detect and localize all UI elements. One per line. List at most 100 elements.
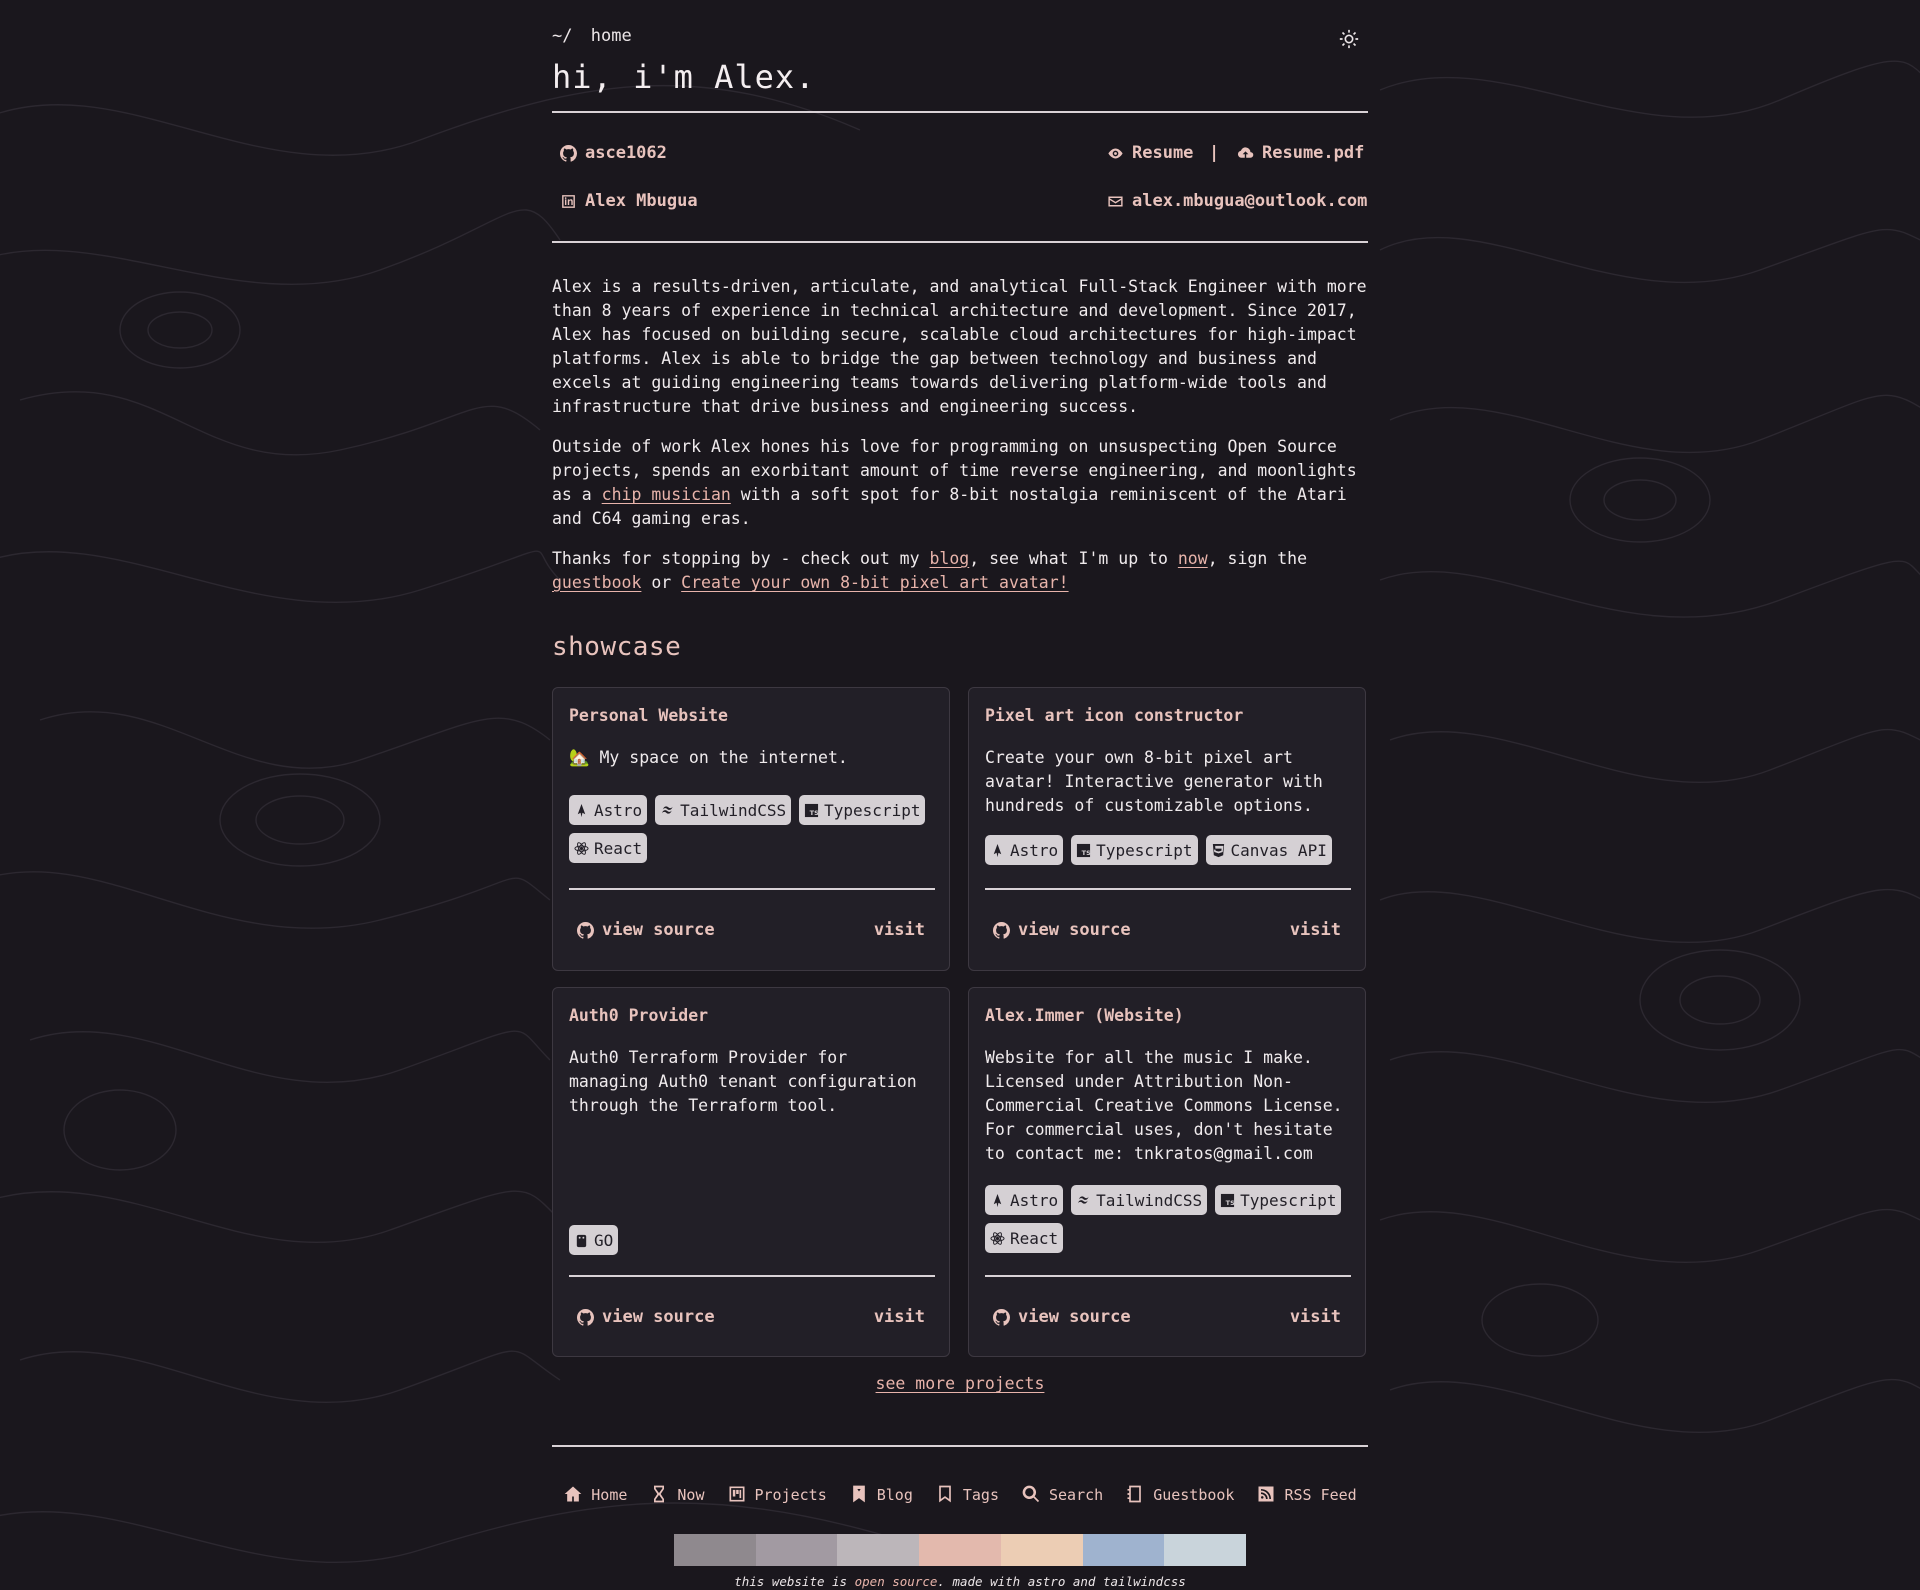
email-address: alex.mbugua@outlook.com — [1132, 191, 1368, 211]
bookmark-icon — [852, 1485, 865, 1503]
github-icon — [993, 921, 1010, 939]
project-description: 🏡 My space on the internet. — [569, 748, 848, 767]
github-username: asce1062 — [585, 143, 667, 163]
html5-icon — [1212, 843, 1224, 857]
linkedin-name: Alex Mbugua — [585, 191, 698, 211]
see-more-projects: see more projects — [552, 1374, 1368, 1393]
project-card: Auth0 Provider Auth0 Terraform Provider … — [552, 987, 950, 1357]
github-link[interactable]: asce1062 — [560, 143, 667, 163]
hourglass-icon — [654, 1485, 665, 1503]
visit-link[interactable]: visit — [874, 920, 925, 940]
footer-note: this website is open source. made with a… — [734, 1574, 1186, 1589]
card-divider — [569, 1275, 935, 1277]
github-icon — [993, 1308, 1010, 1326]
project-card: Personal Website 🏡 My space on the inter… — [552, 687, 950, 971]
footer-nav-guestbook[interactable]: Guestbook — [1125, 1484, 1234, 1504]
card-divider — [985, 888, 1351, 890]
showcase-heading: showcase — [552, 632, 682, 662]
contact-separator: | — [1209, 143, 1220, 163]
github-icon — [577, 921, 594, 939]
project-description: Auth0 Terraform Provider for managing Au… — [569, 1048, 917, 1115]
tag-tailwindcss[interactable]: TailwindCSS — [1071, 1185, 1208, 1215]
palette-swatch — [919, 1534, 1001, 1566]
tag-astro[interactable]: Astro — [985, 835, 1064, 865]
contacts-divider — [552, 241, 1368, 243]
tag-canvas-api[interactable]: Canvas API — [1205, 835, 1332, 865]
view-source-link[interactable]: view source — [577, 920, 715, 940]
svg-text:TS: TS — [1082, 849, 1091, 857]
go-gopher-icon — [576, 1234, 587, 1247]
tag-astro[interactable]: Astro — [569, 795, 648, 825]
footer-nav-tags[interactable]: Tags — [935, 1484, 999, 1504]
palette-swatch — [1082, 1534, 1165, 1566]
footer-nav-search[interactable]: Search — [1021, 1484, 1103, 1504]
resume-link[interactable]: Resume — [1107, 143, 1193, 163]
footer-nav-now[interactable]: Now — [649, 1484, 705, 1504]
about-paragraph-3: Thanks for stopping by - check out my bl… — [552, 549, 1308, 592]
about-paragraph-1: Alex is a results-driven, articulate, an… — [552, 277, 1367, 416]
avatar-link[interactable]: Create your own 8-bit pixel art avatar! — [681, 573, 1068, 592]
projects-board-icon — [729, 1486, 744, 1502]
project-description: Website for all the music I make. Licens… — [985, 1048, 1343, 1163]
project-description: Create your own 8-bit pixel art avatar! … — [985, 748, 1323, 815]
breadcrumb-home[interactable]: home — [591, 26, 632, 46]
footer-nav-projects[interactable]: Projects — [727, 1484, 827, 1504]
tag-astro[interactable]: Astro — [985, 1185, 1064, 1215]
svg-text:TS: TS — [810, 809, 819, 817]
palette-swatch — [1000, 1534, 1083, 1566]
resume-pdf-link[interactable]: Resume.pdf — [1237, 143, 1364, 163]
tag-list: GO — [569, 1225, 939, 1255]
view-source-link[interactable]: view source — [993, 1307, 1131, 1327]
tag-list: Astro TailwindCSS TS Typescript React — [569, 795, 939, 863]
resume-pdf-label: Resume.pdf — [1262, 143, 1365, 163]
footer-nav-rss[interactable]: RSS Feed — [1256, 1484, 1357, 1504]
tag-list: Astro TailwindCSS TS Typescript React — [985, 1185, 1355, 1253]
see-more-projects-link[interactable]: see more projects — [876, 1374, 1045, 1393]
card-actions: view source visit — [577, 1307, 925, 1327]
footer-nav-home[interactable]: Home — [563, 1484, 627, 1504]
visit-link[interactable]: visit — [874, 1307, 925, 1327]
footer-nav-blog[interactable]: Blog — [849, 1484, 913, 1504]
github-icon — [560, 144, 577, 162]
visit-link[interactable]: visit — [1290, 920, 1341, 940]
tag-react[interactable]: React — [985, 1223, 1064, 1253]
page-title: hi, i'm Alex. — [552, 58, 816, 96]
visit-link[interactable]: visit — [1290, 1307, 1341, 1327]
topographic-background — [0, 60, 1920, 1564]
about-paragraph-2: Outside of work Alex hones his love for … — [552, 437, 1357, 528]
breadcrumb-prefix: ~/ — [552, 26, 573, 46]
project-title: Pixel art icon constructor — [985, 706, 1244, 725]
tag-react[interactable]: React — [569, 833, 648, 863]
tag-typescript[interactable]: TS Typescript — [1215, 1185, 1342, 1215]
linkedin-link[interactable]: Alex Mbugua — [560, 191, 698, 211]
footer-divider — [552, 1445, 1368, 1447]
now-link[interactable]: now — [1178, 549, 1208, 568]
email-link[interactable]: alex.mbugua@outlook.com — [1107, 191, 1367, 211]
react-icon — [574, 841, 589, 855]
view-source-link[interactable]: view source — [993, 920, 1131, 940]
palette-swatch — [1164, 1534, 1247, 1566]
svg-text:TS: TS — [1226, 1199, 1235, 1207]
view-source-link[interactable]: view source — [577, 1307, 715, 1327]
astro-icon — [993, 1193, 1002, 1207]
color-palette — [674, 1534, 1247, 1566]
guestbook-icon — [1127, 1485, 1142, 1503]
tag-tailwindcss[interactable]: TailwindCSS — [655, 795, 792, 825]
open-source-link[interactable]: open source — [855, 1574, 938, 1589]
eye-icon — [1108, 148, 1123, 158]
breadcrumb: ~/ home — [552, 26, 632, 46]
guestbook-link[interactable]: guestbook — [552, 573, 641, 592]
typescript-icon: TS — [1077, 843, 1091, 857]
blog-link[interactable]: blog — [930, 549, 970, 568]
tag-typescript[interactable]: TS Typescript — [1071, 835, 1198, 865]
linkedin-icon — [562, 194, 575, 208]
rss-icon — [1258, 1486, 1274, 1502]
card-actions: view source visit — [993, 1307, 1341, 1327]
chip-musician-link[interactable]: chip musician — [602, 485, 731, 504]
tag-bookmark-icon — [939, 1485, 951, 1503]
tag-typescript[interactable]: TS Typescript — [799, 795, 926, 825]
tag-go[interactable]: GO — [569, 1225, 619, 1255]
project-title: Alex.Immer (Website) — [985, 1006, 1184, 1025]
footer-nav: Home Now Projects Blog Tags Search Guest… — [552, 1484, 1368, 1504]
sun-icon[interactable] — [1338, 28, 1360, 50]
